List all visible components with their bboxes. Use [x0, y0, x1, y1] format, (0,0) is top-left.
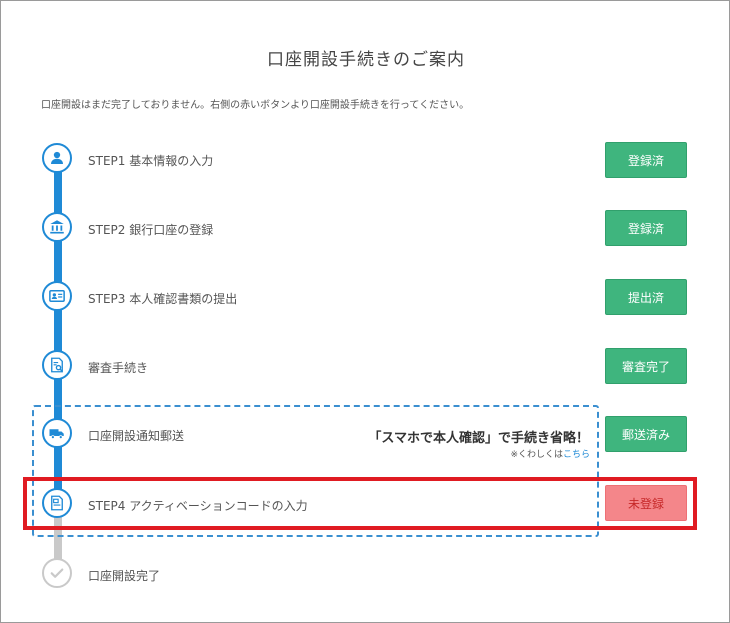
document-search-icon — [51, 357, 63, 373]
step3-label: STEP3 本人確認書類の提出 — [88, 292, 238, 306]
mail-notice-icon-circle — [42, 418, 72, 448]
review-status-button[interactable]: 審査完了 — [605, 348, 687, 384]
truck-icon — [49, 429, 64, 439]
mail-notice-status-button[interactable]: 郵送済み — [605, 416, 687, 452]
bank-icon — [50, 220, 64, 234]
step3-icon-circle — [42, 281, 72, 311]
promo-subtext: ※くわしくはこちら — [510, 447, 590, 460]
promo-sub-prefix: ※くわしくは — [510, 450, 563, 460]
step1-icon-circle — [42, 143, 72, 173]
id-card-icon — [49, 290, 65, 302]
review-label: 審査手続き — [88, 361, 149, 375]
page-frame: 口座開設手続きのご案内 口座開設はまだ完了しておりません。右側の赤いボタンより口… — [0, 0, 730, 623]
step2-icon-circle — [42, 212, 72, 242]
step2-status-button[interactable]: 登録済 — [605, 210, 687, 246]
mail-notice-label: 口座開設通知郵送 — [88, 429, 185, 443]
step3-status-button[interactable]: 提出済 — [605, 279, 687, 315]
check-icon — [50, 568, 64, 578]
step1-status-button[interactable]: 登録済 — [605, 142, 687, 178]
user-icon — [51, 151, 63, 164]
promo-details-link[interactable]: こちら — [563, 450, 590, 460]
intro-text: 口座開設はまだ完了しておりません。右側の赤いボタンより口座開設手続きを行ってくだ… — [41, 100, 470, 111]
step1-label: STEP1 基本情報の入力 — [88, 154, 214, 168]
complete-icon-circle — [42, 558, 72, 588]
promo-headline: 「スマホで本人確認」で手続き省略！ — [368, 431, 589, 446]
complete-label: 口座開設完了 — [88, 569, 161, 583]
current-step-highlight — [23, 477, 697, 530]
review-icon-circle — [42, 350, 72, 380]
step2-label: STEP2 銀行口座の登録 — [88, 223, 214, 237]
page-title: 口座開設手続きのご案内 — [267, 50, 465, 70]
